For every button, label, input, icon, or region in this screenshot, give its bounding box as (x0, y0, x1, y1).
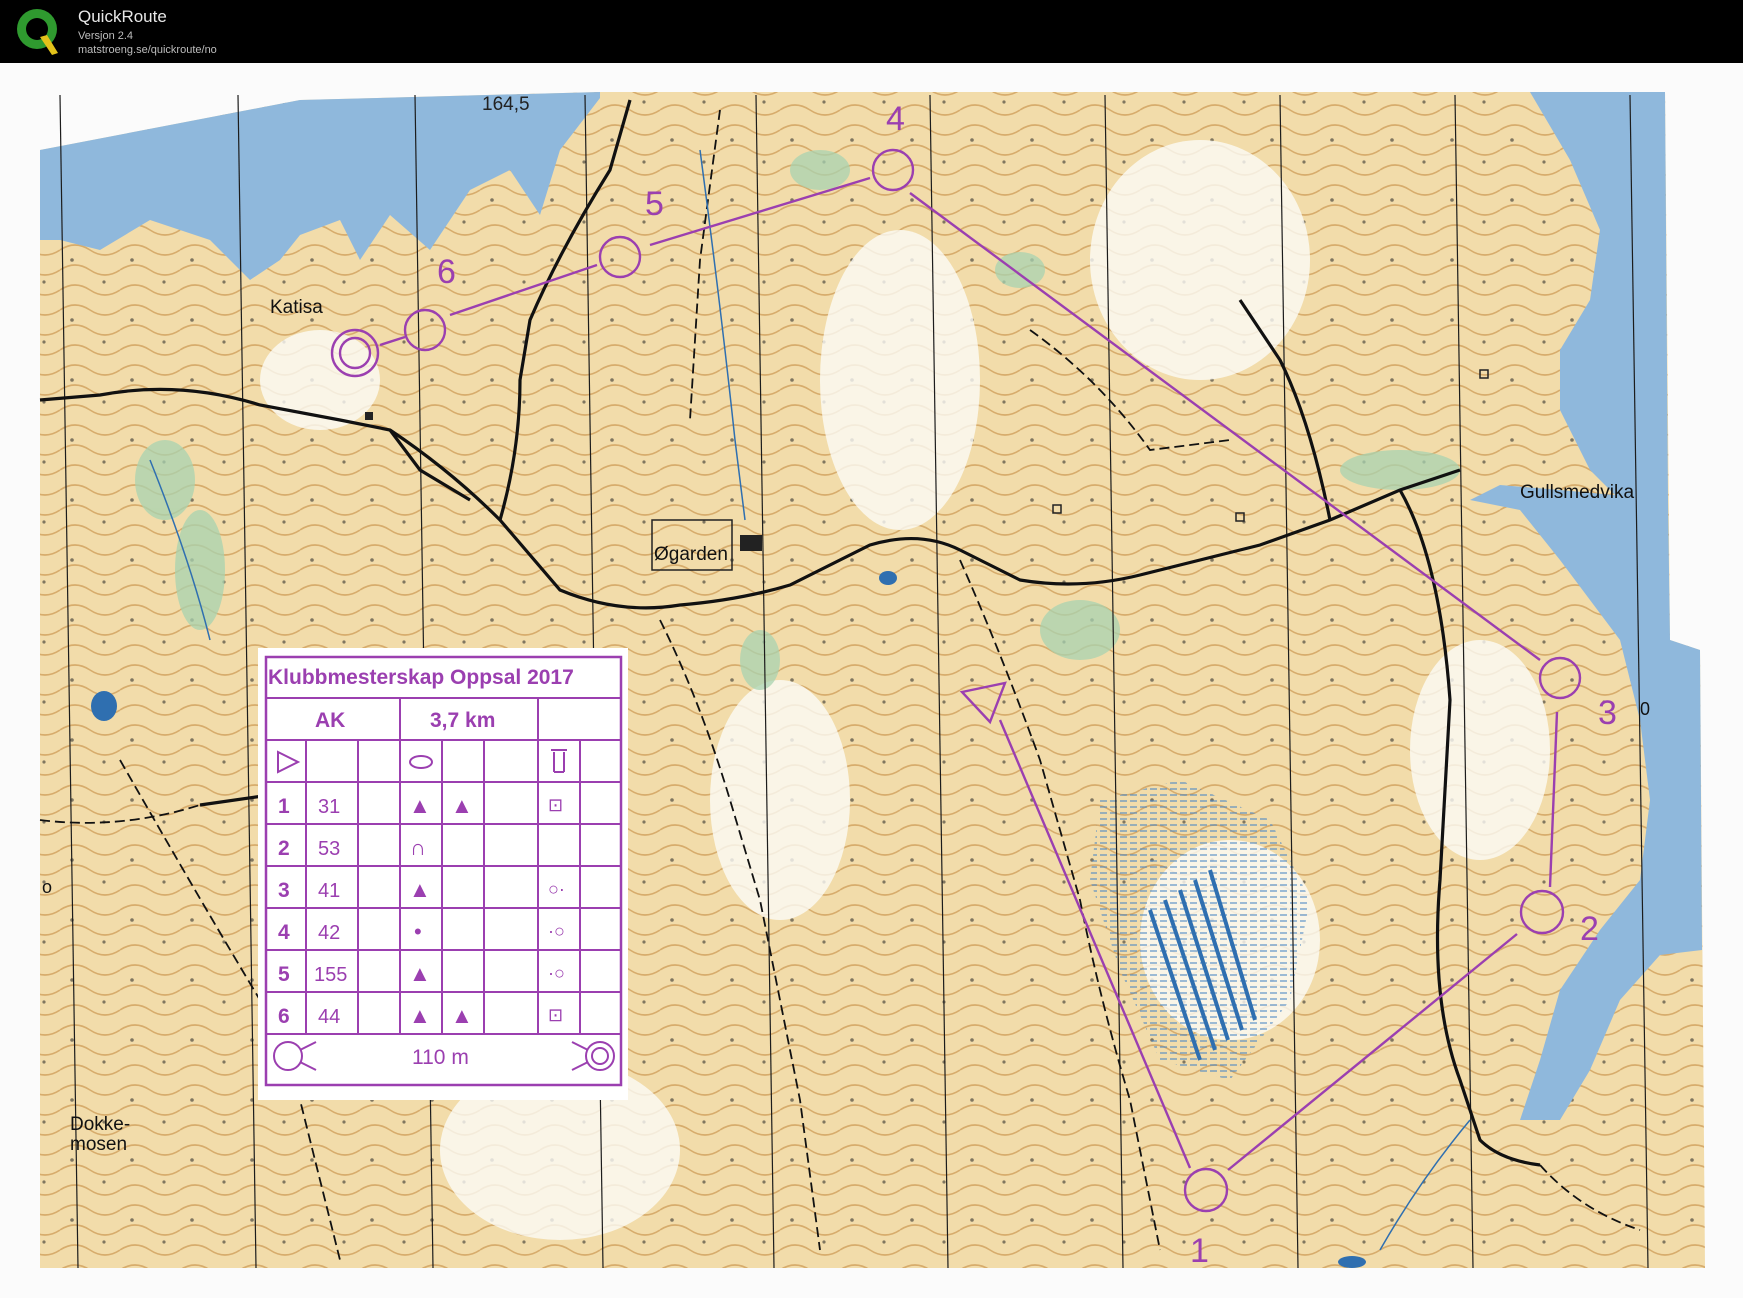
description-class: AK (315, 709, 345, 732)
row-6-location: ⊡ (548, 1005, 563, 1025)
orienteering-map: 164,5 Katisa Øgarden Gullsmedvika Dokke-… (39, 92, 1705, 1270)
row-5-number: 5 (278, 963, 290, 986)
description-title: Klubbmesterskap Oppsal 2017 (268, 666, 574, 689)
control-description-sheet: Klubbmesterskap Oppsal 2017 AK 3,7 km 1 … (258, 648, 628, 1100)
app-url[interactable]: matstroeng.se/quickroute/no (78, 44, 217, 56)
place-name-katisa: Katisa (270, 297, 323, 318)
row-6-feature: ▲ (409, 1003, 431, 1028)
quickroute-logo-icon: Q (17, 9, 58, 55)
row-5-code: 155 (314, 964, 347, 986)
control-number-3: 3 (1598, 694, 1617, 732)
row-4-number: 4 (278, 921, 290, 944)
control-number-4: 4 (886, 100, 905, 138)
row-4-feature: • (414, 919, 422, 944)
row-3-location: ○· (548, 879, 565, 899)
control-number-6: 6 (437, 253, 456, 291)
row-6-code: 44 (318, 1006, 340, 1028)
place-name-dokkemosen-2: mosen (70, 1134, 127, 1155)
row-5-location: ·○ (548, 963, 565, 983)
place-name-dokkemosen-1: Dokke- (70, 1114, 130, 1135)
row-2-code: 53 (318, 838, 340, 860)
edge-glyph-right: 0 (1640, 699, 1650, 719)
control-number-1: 1 (1190, 1232, 1209, 1270)
app-title: QuickRoute (78, 7, 167, 26)
description-distance: 3,7 km (430, 709, 495, 732)
row-1-feature: ▲ (409, 793, 431, 818)
row-5-feature: ▲ (409, 961, 431, 986)
app-version: Versjon 2.4 (78, 30, 134, 42)
control-number-5: 5 (645, 185, 664, 223)
row-1-appearance: ▲ (451, 793, 473, 818)
row-6-number: 6 (278, 1005, 290, 1028)
place-name-ogarden: Øgarden (654, 544, 728, 565)
row-3-code: 41 (318, 880, 340, 902)
row-3-feature: ▲ (409, 877, 431, 902)
edge-glyph-left: o (42, 877, 52, 897)
title-bar: Q QuickRoute Versjon 2.4 matstroeng.se/q… (0, 0, 1743, 63)
finish-distance: 110 m (412, 1046, 469, 1069)
row-1-code: 31 (318, 796, 340, 818)
row-6-appearance: ▲ (451, 1003, 473, 1028)
pond-west (91, 691, 117, 721)
pond-center (879, 571, 897, 585)
row-2-number: 2 (278, 837, 290, 860)
row-1-number: 1 (278, 795, 290, 818)
map-viewport[interactable]: 164,5 Katisa Øgarden Gullsmedvika Dokke-… (0, 63, 1743, 1298)
place-name-gullsmedvika: Gullsmedvika (1520, 482, 1634, 503)
row-2-feature: ∩ (410, 835, 426, 860)
row-1-location: ⊡ (548, 795, 563, 815)
control-number-2: 2 (1580, 910, 1599, 948)
row-3-number: 3 (278, 879, 290, 902)
pond-south (1338, 1256, 1366, 1268)
row-4-code: 42 (318, 922, 340, 944)
row-4-location: ·○ (548, 921, 565, 941)
height-label: 164,5 (482, 94, 530, 115)
